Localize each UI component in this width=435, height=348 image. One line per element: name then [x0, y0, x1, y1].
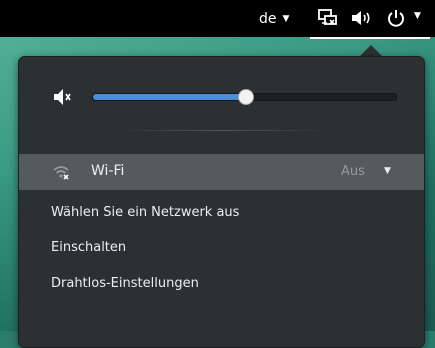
menu-item-turn-on[interactable]: Einschalten	[51, 240, 126, 255]
speaker-volume-icon	[352, 11, 370, 25]
chevron-down-icon: ▼	[384, 166, 391, 176]
menu-item-wireless-settings[interactable]: Drahtlos-Einstellungen	[51, 276, 199, 291]
system-menu-popover: Wi-Fi Aus ▼ Wählen Sie ein Netzwerk aus …	[18, 56, 425, 348]
chevron-down-icon: ▼	[282, 13, 290, 24]
speaker-muted-icon	[54, 89, 71, 105]
menu-item-select-network[interactable]: Wählen Sie ein Netzwerk aus	[51, 205, 239, 220]
wifi-status: Aus	[341, 164, 365, 179]
separator	[114, 130, 329, 131]
wifi-disconnected-icon	[53, 166, 69, 180]
network-disconnected-icon	[318, 9, 337, 25]
volume-slider-fill	[93, 94, 245, 100]
power-icon	[388, 10, 404, 27]
language-label: de	[259, 10, 277, 27]
top-bar: de ▼ ▼	[0, 0, 435, 39]
wifi-menu-header[interactable]: Wi-Fi Aus ▼	[19, 154, 424, 190]
chevron-down-icon: ▼	[414, 11, 421, 21]
language-indicator[interactable]: de ▼	[259, 0, 289, 37]
volume-row	[19, 85, 424, 115]
volume-slider-handle[interactable]	[238, 89, 254, 105]
volume-slider[interactable]	[92, 89, 397, 105]
system-status-menu[interactable]: ▼	[310, 0, 430, 39]
wifi-label: Wi-Fi	[91, 163, 125, 179]
